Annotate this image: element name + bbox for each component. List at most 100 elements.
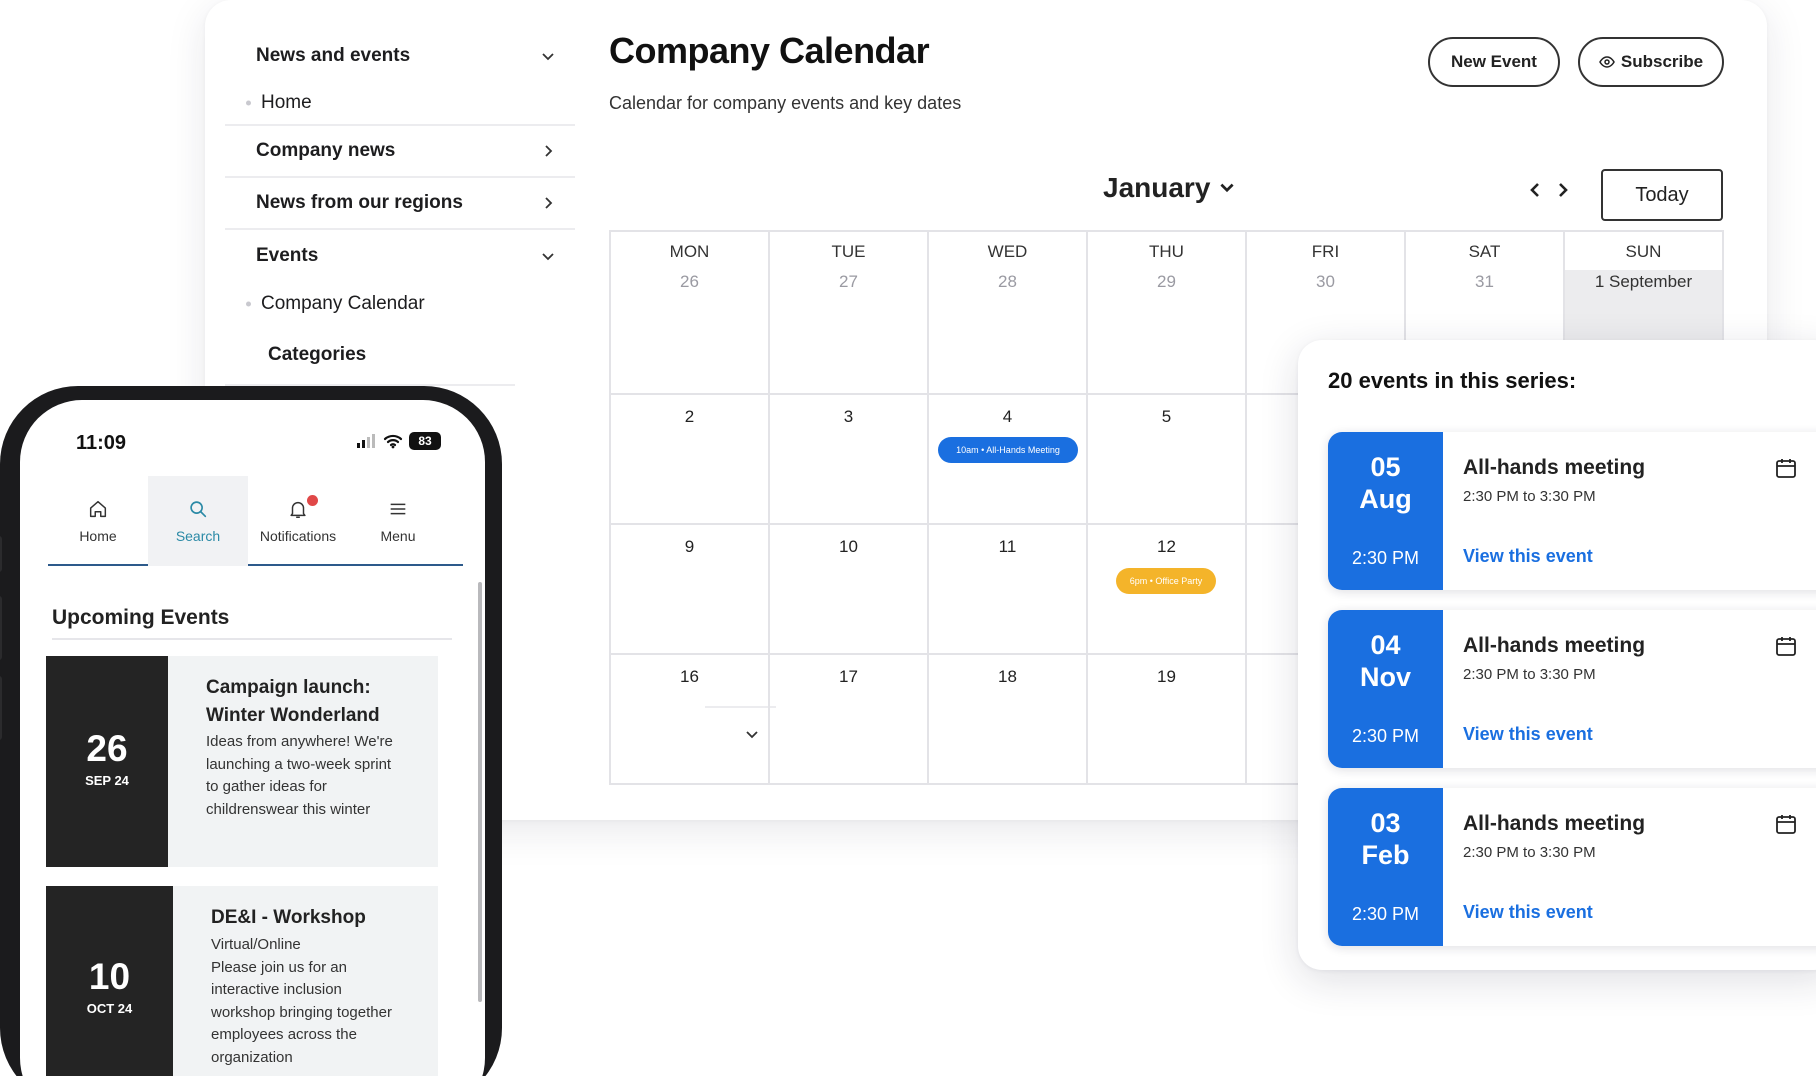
chevron-right-icon	[539, 142, 557, 160]
day-number: 11	[998, 537, 1017, 556]
event-start-time: 2:30 PM	[1351, 726, 1420, 746]
calendar-icon[interactable]	[1774, 812, 1798, 836]
day-number: 4	[1002, 407, 1013, 426]
tab-home[interactable]: Home	[48, 476, 148, 566]
search-icon	[190, 501, 207, 518]
day-number: 12	[1157, 537, 1176, 556]
upcoming-event-card[interactable]: 10 OCT 24 DE&I - Workshop Virtual/Online…	[46, 886, 438, 1076]
day-number: 2	[684, 407, 695, 426]
day-number: 29	[1157, 272, 1176, 291]
event-time-range: 2:30 PM to 3:30 PM	[1463, 666, 1596, 683]
tab-menu[interactable]: Menu	[348, 476, 448, 566]
notification-badge	[307, 495, 318, 506]
month-selector[interactable]: January	[1103, 172, 1236, 204]
event-day: 05	[1370, 452, 1401, 482]
event-description: Ideas from anywhere! We're launching a t…	[206, 733, 393, 818]
event-month-year: SEP 24	[85, 773, 129, 788]
calendar-day-cell[interactable]: TUE 27	[770, 232, 929, 395]
series-event-card[interactable]: 03 Feb 2:30 PM All-hands meeting 2:30 PM…	[1328, 788, 1816, 946]
day-number: 5	[1161, 407, 1172, 426]
sidebar-item-label: News and events	[256, 45, 411, 66]
tab-search[interactable]: Search	[148, 476, 248, 566]
eye-icon	[1599, 56, 1615, 68]
sidebar-nav: News and events Home Company news News f…	[225, 30, 575, 386]
view-event-link[interactable]: View this event	[1463, 724, 1593, 745]
today-label: Today	[1635, 183, 1689, 206]
prev-month-button[interactable]	[1525, 180, 1545, 200]
event-date-block: 10 OCT 24	[46, 886, 173, 1076]
day-number: 9	[684, 537, 695, 556]
event-start-time: 2:30 PM	[1351, 904, 1420, 924]
chevron-down-icon	[539, 47, 557, 65]
month-nav	[1525, 180, 1573, 200]
day-number: 18	[998, 667, 1017, 686]
sidebar-item-news-and-events[interactable]: News and events	[225, 30, 575, 82]
sidebar-item-company-news[interactable]: Company news	[225, 126, 575, 178]
screenshot-stage: News and events Home Company news News f…	[0, 0, 1816, 1076]
series-title: 20 events in this series:	[1328, 368, 1577, 393]
calendar-day-cell[interactable]: 4 10am • All-Hands Meeting	[929, 395, 1088, 525]
chevron-left-icon	[1530, 183, 1539, 197]
tab-notifications[interactable]: Notifications	[248, 476, 348, 566]
calendar-day-cell[interactable]: 18	[929, 655, 1088, 785]
event-month: Nov	[1359, 662, 1411, 692]
series-event-card[interactable]: 05 Aug 2:30 PM All-hands meeting 2:30 PM…	[1328, 432, 1816, 590]
event-pill-office-party[interactable]: 6pm • Office Party	[1116, 568, 1216, 594]
month-label: January	[1103, 172, 1211, 203]
event-day: 26	[86, 728, 128, 769]
calendar-icon[interactable]	[1774, 456, 1798, 480]
event-time-range: 2:30 PM to 3:30 PM	[1463, 844, 1596, 861]
calendar-day-cell[interactable]: 16	[611, 655, 770, 785]
phone-side-button	[0, 596, 2, 660]
event-date-block: 26 SEP 24	[46, 656, 168, 867]
calendar-day-cell[interactable]: 10	[770, 525, 929, 655]
calendar-day-cell[interactable]: THU 29	[1088, 232, 1247, 395]
calendar-day-cell[interactable]: 9	[611, 525, 770, 655]
next-month-button[interactable]	[1553, 180, 1573, 200]
hamburger-menu-icon	[390, 503, 406, 515]
day-number: 17	[839, 667, 858, 686]
signal-icon	[357, 434, 375, 448]
view-event-link[interactable]: View this event	[1463, 902, 1593, 923]
event-pill-all-hands[interactable]: 10am • All-Hands Meeting	[938, 437, 1078, 463]
today-button[interactable]: Today	[1601, 169, 1723, 221]
calendar-day-cell[interactable]: WED 28	[929, 232, 1088, 395]
calendar-day-cell[interactable]: 12 6pm • Office Party	[1088, 525, 1247, 655]
calendar-day-cell[interactable]: 3	[770, 395, 929, 525]
scrollbar[interactable]	[478, 582, 482, 1002]
calendar-icon[interactable]	[1774, 634, 1798, 658]
event-date-block: 03 Feb 2:30 PM	[1328, 788, 1443, 946]
series-event-card[interactable]: 04 Nov 2:30 PM All-hands meeting 2:30 PM…	[1328, 610, 1816, 768]
event-name: All-hands meeting	[1463, 812, 1646, 835]
event-month: Feb	[1361, 840, 1410, 870]
day-number: 31	[1475, 272, 1494, 291]
phone-screen: 11:09 83 Home Search Notifications Menu …	[20, 400, 485, 1076]
view-event-link[interactable]: View this event	[1463, 546, 1593, 567]
sidebar-item-label: Company news	[256, 140, 396, 161]
status-icons: 83	[357, 432, 441, 450]
phone-side-button	[0, 676, 2, 740]
event-day: 10	[88, 956, 131, 997]
calendar-day-cell[interactable]: 5	[1088, 395, 1247, 525]
subscribe-button[interactable]: Subscribe	[1578, 37, 1724, 87]
weekday-label: SAT	[1468, 242, 1501, 261]
sidebar-subitem-company-calendar[interactable]: Company Calendar	[225, 282, 575, 326]
calendar-day-cell[interactable]: MON 26	[611, 232, 770, 395]
sidebar-item-news-from-regions[interactable]: News from our regions	[225, 178, 575, 230]
calendar-day-cell[interactable]: 19	[1088, 655, 1247, 785]
chevron-down-icon	[1220, 183, 1234, 193]
day-number: 28	[998, 272, 1017, 291]
event-name: All-hands meeting	[1463, 634, 1646, 657]
calendar-day-cell[interactable]: 2	[611, 395, 770, 525]
event-time-range: 2:30 PM to 3:30 PM	[1463, 488, 1596, 505]
sidebar-item-events[interactable]: Events	[225, 230, 575, 282]
calendar-day-cell[interactable]: 17	[770, 655, 929, 785]
calendar-day-cell[interactable]: 11	[929, 525, 1088, 655]
sidebar-subitem-home[interactable]: Home	[225, 82, 575, 126]
day-number: 16	[680, 667, 699, 686]
bullet-dot-icon	[246, 301, 251, 307]
weekday-label: TUE	[831, 242, 866, 261]
upcoming-event-card[interactable]: 26 SEP 24 Campaign launch: Winter Wonder…	[46, 656, 438, 867]
weekday-label: FRI	[1311, 242, 1340, 261]
new-event-button[interactable]: New Event	[1428, 37, 1560, 87]
